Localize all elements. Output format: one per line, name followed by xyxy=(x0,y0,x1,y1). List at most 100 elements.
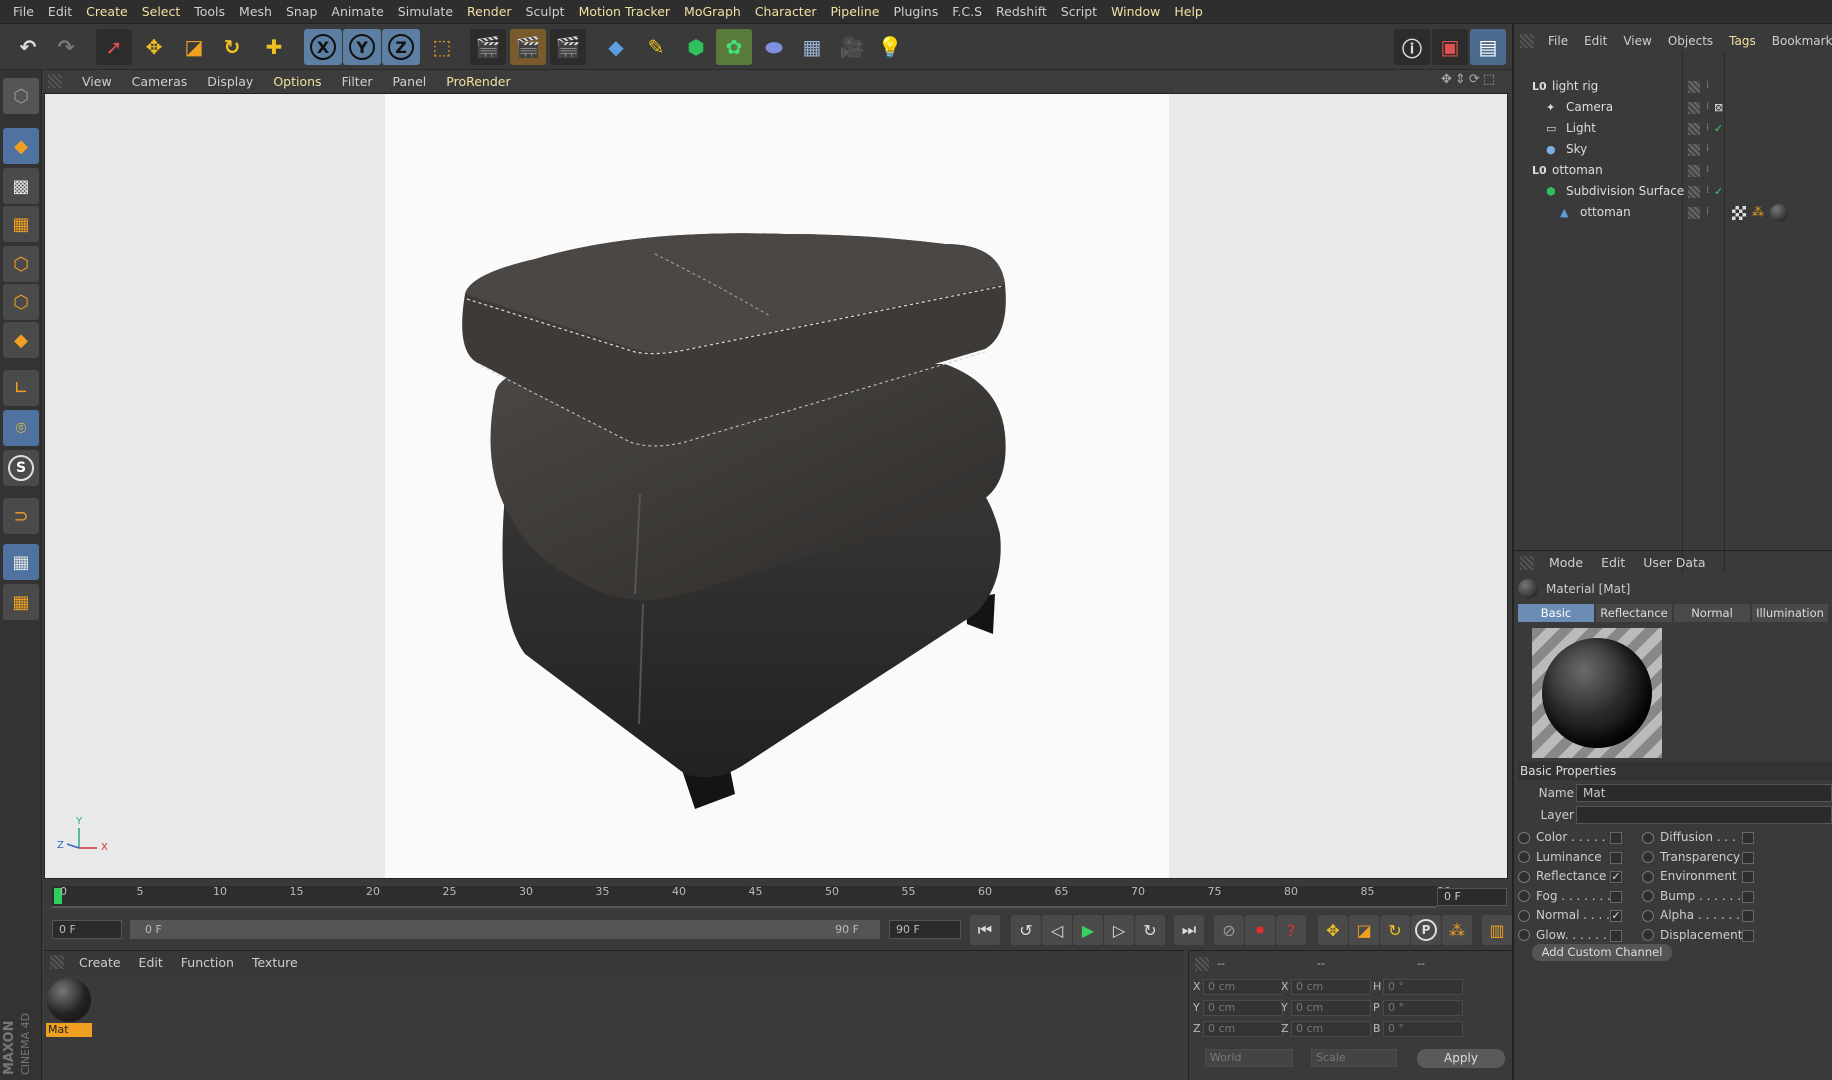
menu-help[interactable]: Help xyxy=(1167,0,1210,24)
channel-radio[interactable] xyxy=(1642,890,1654,902)
channel-checkbox[interactable] xyxy=(1742,851,1754,864)
rotate-tool-button[interactable]: ↻ xyxy=(214,29,250,65)
floor-button[interactable]: ▦ xyxy=(794,29,830,65)
channel-radio[interactable] xyxy=(1642,851,1654,863)
layer-toggle-icon[interactable] xyxy=(1688,123,1700,135)
start-frame-field[interactable]: 0 F xyxy=(52,920,122,939)
material-menu-edit[interactable]: Edit xyxy=(130,955,172,970)
channel-checkbox[interactable]: ✓ xyxy=(1610,910,1622,922)
axis-mode-button[interactable]: ∟ xyxy=(3,370,39,406)
viewport-menu-panel[interactable]: Panel xyxy=(383,74,437,89)
channel-glow[interactable]: Glow. . . . . . xyxy=(1518,928,1607,942)
menu-mograph[interactable]: MoGraph xyxy=(677,0,748,24)
camera-button[interactable]: 🎥 xyxy=(834,29,870,65)
viewport-menu-filter[interactable]: Filter xyxy=(332,74,383,89)
last-tool-button[interactable]: ✚ xyxy=(256,29,292,65)
menu-edit[interactable]: Edit xyxy=(41,0,79,24)
texture-mode-button[interactable]: ▩ xyxy=(3,168,39,204)
object-row[interactable]: L0 ottoman ⁞ xyxy=(1514,160,1832,181)
add-custom-channel-button[interactable]: Add Custom Channel xyxy=(1532,944,1672,961)
go-to-end-button[interactable]: ⏭ xyxy=(1174,915,1204,945)
planar-workplane-button[interactable]: ▦ xyxy=(3,584,39,620)
object-row[interactable]: L0 light rig ⁞ xyxy=(1514,76,1832,97)
menu-file[interactable]: File xyxy=(6,0,41,24)
uvw-tag-icon[interactable] xyxy=(1732,206,1746,220)
layer-toggle-icon[interactable] xyxy=(1688,207,1700,219)
viewport-menu-options[interactable]: Options xyxy=(263,74,331,89)
light-button[interactable]: 💡 xyxy=(872,29,908,65)
coord-grip-handle[interactable] xyxy=(1195,957,1209,971)
channel-displacement[interactable]: Displacement xyxy=(1642,928,1743,942)
next-key-button[interactable]: ↻ xyxy=(1135,915,1165,945)
coord-mode-dropdown[interactable]: World xyxy=(1205,1049,1293,1067)
material-menu-function[interactable]: Function xyxy=(172,955,243,970)
object-row[interactable]: ● Sky ⁞ xyxy=(1514,139,1832,160)
coord-value-field[interactable]: 0 cm xyxy=(1291,1000,1371,1016)
layer-toggle-icon[interactable] xyxy=(1688,102,1700,114)
enabled-check-icon[interactable]: ✓ xyxy=(1714,181,1723,202)
object-row[interactable]: ⬢ Subdivision Surface ⁞ ✓ xyxy=(1514,181,1832,202)
channel-checkbox[interactable] xyxy=(1742,929,1754,942)
tab-illumination[interactable]: Illumination xyxy=(1752,604,1828,622)
channel-checkbox[interactable]: ✓ xyxy=(1610,871,1622,883)
coord-value-field[interactable]: 0 cm xyxy=(1203,1000,1283,1016)
coord-value-field[interactable]: 0 cm xyxy=(1291,979,1371,995)
object-menu-objects[interactable]: Objects xyxy=(1660,34,1721,48)
menu-redshift[interactable]: Redshift xyxy=(989,0,1054,24)
workplane-mode-button[interactable]: ▦ xyxy=(3,206,39,242)
points-mode-button[interactable]: ⬡ xyxy=(3,246,39,282)
material-menu-texture[interactable]: Texture xyxy=(243,955,307,970)
snap-button[interactable]: ⊃ xyxy=(3,498,39,534)
channel-radio[interactable] xyxy=(1518,851,1530,863)
channel-checkbox[interactable] xyxy=(1610,832,1622,844)
channel-radio[interactable] xyxy=(1642,831,1654,844)
array-button[interactable]: ✿ xyxy=(716,29,752,65)
menu-pipeline[interactable]: Pipeline xyxy=(824,0,887,24)
visibility-dots-icon[interactable]: ⁞ xyxy=(1706,159,1709,180)
undo-button[interactable]: ↶ xyxy=(10,29,46,65)
z-axis-button[interactable]: Z xyxy=(382,29,420,65)
menu-f-c-s[interactable]: F.C.S xyxy=(945,0,989,24)
coord-value-field[interactable]: 0 ° xyxy=(1383,1021,1463,1037)
info-button[interactable]: ⓘ xyxy=(1394,29,1430,65)
coord-value-field[interactable]: 0 cm xyxy=(1203,979,1283,995)
model-mode-button[interactable]: ◆ xyxy=(3,128,39,164)
layout-button[interactable]: ▣ xyxy=(1432,29,1468,65)
menu-tools[interactable]: Tools xyxy=(187,0,232,24)
visibility-dots-icon[interactable]: ⁞ xyxy=(1706,96,1709,117)
tab-reflectance[interactable]: Reflectance xyxy=(1596,604,1672,622)
key-rotation-button[interactable]: ↻ xyxy=(1380,915,1410,945)
material-grip-handle[interactable] xyxy=(50,955,64,969)
key-scale-button[interactable]: ◪ xyxy=(1349,915,1379,945)
preview-range-slider[interactable]: 0 F 90 F xyxy=(130,920,880,939)
layer-toggle-icon[interactable] xyxy=(1688,186,1700,198)
x-axis-button[interactable]: X xyxy=(304,29,342,65)
current-frame-field[interactable]: 0 F xyxy=(1437,888,1507,906)
visibility-dots-icon[interactable]: ⁞ xyxy=(1706,138,1709,159)
object-row[interactable]: ▭ Light ⁞ ✓ xyxy=(1514,118,1832,139)
apply-button[interactable]: Apply xyxy=(1417,1049,1505,1068)
previous-key-button[interactable]: ↺ xyxy=(1011,915,1041,945)
timeline-window-button[interactable]: ▥ xyxy=(1482,915,1512,945)
polygons-mode-button[interactable]: ◆ xyxy=(3,322,39,358)
coord-value-field[interactable]: 0 ° xyxy=(1383,979,1463,995)
channel-normal[interactable]: Normal . . . . xyxy=(1518,908,1610,922)
move-tool-button[interactable]: ✥ xyxy=(136,29,172,65)
attribute-grip-handle[interactable] xyxy=(1520,556,1534,570)
y-axis-button[interactable]: Y xyxy=(343,29,381,65)
channel-radio[interactable] xyxy=(1518,909,1530,922)
enabled-check-icon[interactable]: ✓ xyxy=(1714,118,1723,139)
attribute-menu-user-data[interactable]: User Data xyxy=(1634,555,1714,570)
attribute-menu-edit[interactable]: Edit xyxy=(1592,555,1634,570)
channel-color[interactable]: Color . . . . . xyxy=(1518,830,1605,844)
channel-alpha[interactable]: Alpha . . . . . . xyxy=(1642,908,1740,922)
render-view-button[interactable]: 🎬 xyxy=(470,29,506,65)
coord-value-field[interactable]: 0 cm xyxy=(1203,1021,1283,1037)
visibility-dots-icon[interactable]: ⁞ xyxy=(1706,201,1709,222)
coord-value-field[interactable]: 0 cm xyxy=(1291,1021,1371,1037)
tweak-mode-button[interactable]: ⌾ xyxy=(3,410,39,446)
pen-spline-button[interactable]: ✎ xyxy=(638,29,674,65)
cube-primitive-button[interactable]: ◆ xyxy=(598,29,634,65)
channel-checkbox[interactable] xyxy=(1742,832,1754,844)
channel-radio[interactable] xyxy=(1642,909,1654,922)
